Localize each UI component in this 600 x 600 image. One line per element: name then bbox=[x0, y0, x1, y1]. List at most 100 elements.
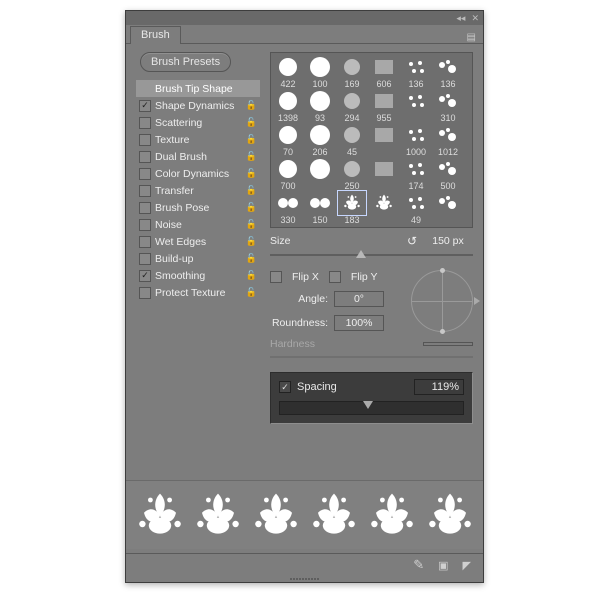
brush-swatch[interactable]: 70 bbox=[273, 123, 303, 157]
brush-swatch[interactable]: 45 bbox=[337, 123, 367, 157]
brush-swatch[interactable]: 206 bbox=[305, 123, 335, 157]
lock-icon[interactable]: 🔓 bbox=[246, 168, 257, 179]
option-checkbox[interactable] bbox=[139, 287, 151, 299]
option-row[interactable]: Scattering 🔓 bbox=[136, 114, 260, 131]
brush-swatch[interactable] bbox=[305, 157, 335, 191]
brush-swatch[interactable]: 49 bbox=[401, 191, 431, 225]
spacing-slider[interactable] bbox=[279, 401, 464, 415]
option-row[interactable]: Smoothing 🔓 bbox=[136, 267, 260, 284]
option-label: Protect Texture bbox=[155, 287, 225, 299]
option-checkbox[interactable] bbox=[139, 100, 151, 112]
lock-icon[interactable]: 🔓 bbox=[246, 219, 257, 230]
resize-grip[interactable] bbox=[126, 576, 483, 582]
collapse-icon[interactable]: ◂◂ bbox=[456, 13, 465, 24]
brush-swatch[interactable]: 330 bbox=[273, 191, 303, 225]
tab-brush[interactable]: Brush bbox=[130, 26, 181, 44]
spacing-label: Spacing bbox=[297, 381, 337, 393]
brush-swatch[interactable] bbox=[369, 191, 399, 225]
option-checkbox[interactable] bbox=[139, 219, 151, 231]
option-row[interactable]: Brush Pose🔓 bbox=[136, 199, 260, 216]
roundness-label: Roundness: bbox=[270, 317, 328, 329]
option-checkbox[interactable] bbox=[139, 185, 151, 197]
option-row[interactable]: Wet Edges🔓 bbox=[136, 233, 260, 250]
brush-swatch[interactable]: 174 bbox=[401, 157, 431, 191]
angle-widget[interactable] bbox=[411, 270, 473, 332]
lock-icon[interactable]: 🔓 bbox=[246, 236, 257, 247]
preview-stamp bbox=[422, 486, 478, 545]
option-label: Scattering bbox=[155, 117, 202, 129]
brush-swatch[interactable] bbox=[369, 157, 399, 191]
size-value[interactable]: 150 px bbox=[423, 234, 473, 248]
option-checkbox[interactable] bbox=[139, 253, 151, 265]
lock-icon[interactable]: 🔓 bbox=[246, 287, 257, 298]
option-row[interactable]: Dual Brush🔓 bbox=[136, 148, 260, 165]
brush-swatch[interactable]: 500 bbox=[433, 157, 463, 191]
new-preset-icon[interactable]: ▣ bbox=[438, 559, 448, 572]
lock-icon[interactable]: 🔓 bbox=[246, 185, 257, 196]
brush-swatch[interactable]: 250 bbox=[337, 157, 367, 191]
reset-size-icon[interactable]: ↺ bbox=[407, 234, 417, 248]
brush-swatch[interactable]: 1000 bbox=[401, 123, 431, 157]
option-checkbox[interactable] bbox=[139, 202, 151, 214]
roundness-value[interactable]: 100% bbox=[334, 315, 384, 331]
lock-icon[interactable]: 🔓 bbox=[246, 134, 257, 145]
toggle-preview-icon[interactable]: ✎ bbox=[413, 557, 424, 573]
option-checkbox[interactable] bbox=[139, 168, 151, 180]
option-checkbox[interactable] bbox=[139, 270, 151, 282]
brush-swatch-grid[interactable]: 4221001696061361361398932949553107020645… bbox=[270, 52, 473, 228]
brush-swatch[interactable]: 100 bbox=[305, 55, 335, 89]
brush-swatch[interactable]: 606 bbox=[369, 55, 399, 89]
brush-swatch[interactable]: 183 bbox=[337, 191, 367, 225]
preview-stamp bbox=[364, 486, 420, 545]
option-label: Smoothing bbox=[155, 270, 205, 282]
brush-swatch[interactable]: 700 bbox=[273, 157, 303, 191]
option-row[interactable]: Noise🔓 bbox=[136, 216, 260, 233]
option-checkbox[interactable] bbox=[139, 151, 151, 163]
lock-icon[interactable]: 🔓 bbox=[246, 151, 257, 162]
option-row[interactable]: Color Dynamics🔓 bbox=[136, 165, 260, 182]
panel-menu-icon[interactable]: ▤ bbox=[463, 32, 479, 43]
flipy-checkbox[interactable] bbox=[329, 271, 341, 283]
spacing-checkbox[interactable] bbox=[279, 381, 291, 393]
option-checkbox[interactable] bbox=[139, 117, 151, 129]
brush-swatch[interactable]: 136 bbox=[401, 55, 431, 89]
option-label: Brush Tip Shape bbox=[155, 83, 233, 95]
brush-swatch[interactable]: 150 bbox=[305, 191, 335, 225]
option-row[interactable]: Protect Texture 🔓 bbox=[136, 284, 260, 301]
brush-swatch[interactable]: 422 bbox=[273, 55, 303, 89]
brush-swatch[interactable]: 310 bbox=[433, 89, 463, 123]
spacing-value[interactable]: 119% bbox=[414, 379, 464, 395]
option-row[interactable]: Shape Dynamics🔓 bbox=[136, 97, 260, 114]
panel-footer: ✎ ▣ ◤ bbox=[126, 553, 483, 576]
brush-swatch[interactable]: 1398 bbox=[273, 89, 303, 123]
brush-swatch[interactable] bbox=[369, 123, 399, 157]
brush-presets-button[interactable]: Brush Presets bbox=[140, 52, 231, 72]
brush-swatch[interactable] bbox=[401, 89, 431, 123]
close-icon[interactable]: ✕ bbox=[471, 13, 479, 24]
option-checkbox[interactable] bbox=[139, 134, 151, 146]
option-row[interactable]: Transfer 🔓 bbox=[136, 182, 260, 199]
option-row[interactable]: Build-up🔓 bbox=[136, 250, 260, 267]
lock-icon[interactable]: 🔓 bbox=[246, 270, 257, 281]
tab-row: Brush ▤ bbox=[126, 25, 483, 44]
lock-icon[interactable]: 🔓 bbox=[246, 202, 257, 213]
option-checkbox[interactable] bbox=[139, 236, 151, 248]
flipx-checkbox[interactable] bbox=[270, 271, 282, 283]
delete-icon[interactable]: ◤ bbox=[463, 559, 471, 572]
lock-icon[interactable]: 🔓 bbox=[246, 100, 257, 111]
brush-swatch[interactable]: 294 bbox=[337, 89, 367, 123]
option-row[interactable]: Texture🔓 bbox=[136, 131, 260, 148]
brush-swatch[interactable]: 169 bbox=[337, 55, 367, 89]
angle-value[interactable]: 0° bbox=[334, 291, 384, 307]
size-slider[interactable] bbox=[270, 250, 473, 260]
option-row[interactable]: Brush Tip Shape bbox=[136, 80, 260, 97]
brush-swatch[interactable]: 955 bbox=[369, 89, 399, 123]
brush-swatch[interactable] bbox=[433, 191, 463, 225]
brush-swatch[interactable]: 1012 bbox=[433, 123, 463, 157]
brush-swatch[interactable]: 136 bbox=[433, 55, 463, 89]
option-label: Transfer bbox=[155, 185, 194, 197]
size-label: Size bbox=[270, 235, 290, 247]
brush-swatch[interactable]: 93 bbox=[305, 89, 335, 123]
lock-icon[interactable]: 🔓 bbox=[246, 253, 257, 264]
lock-icon[interactable]: 🔓 bbox=[246, 117, 257, 128]
